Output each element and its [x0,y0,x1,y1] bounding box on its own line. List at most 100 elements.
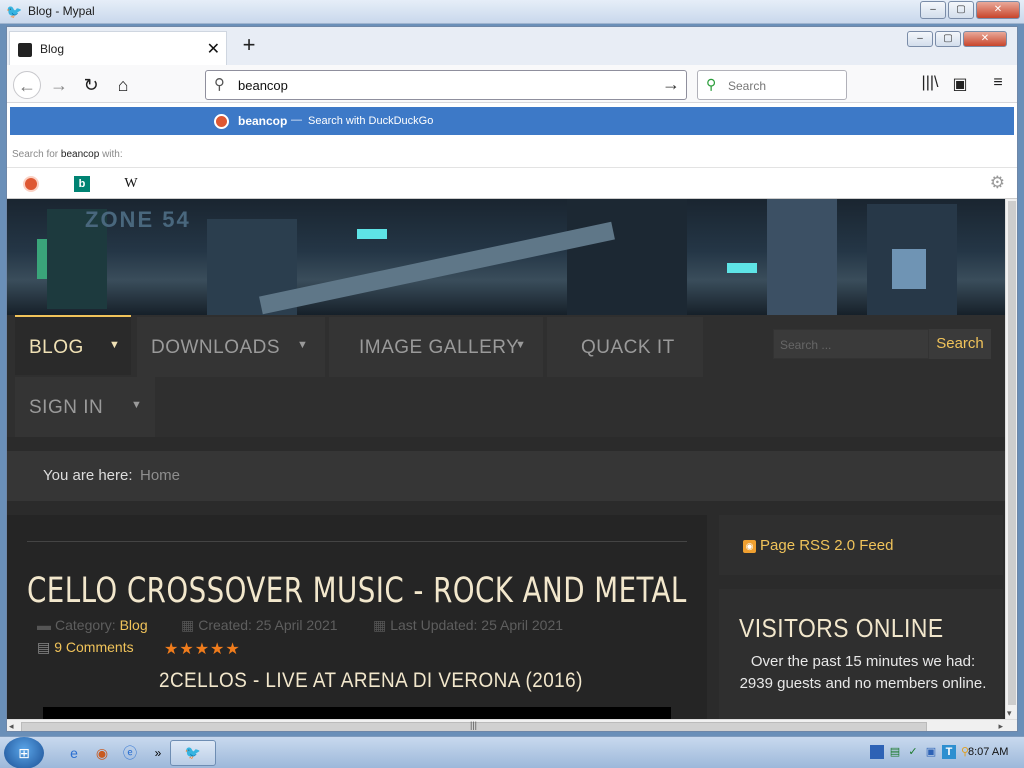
site-search-input[interactable]: Search ... [773,329,929,359]
comments-link[interactable]: 9 Comments [54,639,133,655]
new-tab-button[interactable]: + [237,33,261,57]
menu-label: BLOG [29,337,84,358]
breadcrumb: You are here: Home [7,451,1005,501]
article-updated: ▦ Last Updated: 25 April 2021 [373,617,563,634]
video-embed[interactable] [43,707,671,719]
tray-app-icon[interactable]: ▤ [888,745,902,759]
search-icon: ⚲ [214,76,225,93]
url-bar[interactable]: ⚲ beancop → [205,70,687,100]
vertical-scroll-thumb[interactable] [1008,201,1016,705]
url-input[interactable]: beancop [238,78,288,93]
category-link[interactable]: Blog [120,617,148,633]
duckduckgo-icon[interactable] [23,176,39,192]
mypal-app-icon: 🐦 [6,4,23,19]
tab-blog[interactable]: Blog ✕ [9,31,227,65]
site-logo[interactable]: ZONE 54 [85,207,191,233]
gear-icon[interactable]: ⚙ [990,173,1005,193]
search-bar[interactable]: ⚲ Search [697,70,847,100]
url-autocomplete-popup: beancop — Search with DuckDuckGo Search … [7,103,1017,199]
menu-label: DOWNLOADS [151,337,281,358]
scroll-left-arrow[interactable]: ◂ [9,721,14,731]
comment-icon: ▤ [37,639,51,655]
library-icon[interactable]: |||\ [919,74,941,92]
wikipedia-icon[interactable]: W [123,176,139,192]
article-main: CELLO CROSSOVER MUSIC - ROCK AND METAL ▬… [7,515,707,719]
minimize-button[interactable]: – [920,1,946,19]
tab-label: Blog [40,42,65,56]
close-button[interactable]: ✕ [976,1,1020,19]
chevron-icon[interactable]: » [148,743,168,763]
site-main-menu: BLOG ▼ DOWNLOADS ▼ IMAGE GALLERY ▼ QUACK… [7,315,1005,437]
video-title: 2CELLOS - LIVE AT ARENA DI VERONA (2016) [159,669,583,692]
rss-label: Page RSS 2.0 Feed [760,537,894,554]
calendar-icon: ▦ [181,617,195,633]
tab-close-icon[interactable]: ✕ [207,39,220,59]
rating-stars[interactable]: ★★★★★ [164,639,241,659]
home-button[interactable]: ⌂ [109,71,137,99]
horizontal-scrollbar[interactable]: ◂ ||| ▸ [7,719,1017,731]
breadcrumb-lead: You are here: [43,467,133,484]
search-for-suffix: with: [102,149,123,160]
duckduckgo-icon [214,114,229,129]
visitors-text: Over the past 15 minutes we had: 2939 gu… [739,653,987,692]
divider [27,541,687,542]
browser-window: Blog ✕ + – ▢ ✕ ← → ↻ ⌂ ⚲ beancop → ⚲ Sea… [6,26,1018,732]
inner-close-button[interactable]: ✕ [963,31,1007,47]
ie-icon[interactable]: ⓔ [120,743,140,763]
network-icon[interactable] [870,745,884,759]
caret-down-icon: ▼ [109,339,121,351]
mypal-icon: 🐦 [184,745,202,760]
menu-icon[interactable]: ≡ [987,74,1009,92]
visitors-module: VISITORS ONLINE Over the past 15 minutes… [719,589,1003,719]
site-banner: ZONE 54 [7,199,1005,315]
menu-item-downloads[interactable]: DOWNLOADS ▼ [137,317,325,377]
menu-item-sign-in[interactable]: SIGN IN ▼ [15,377,155,437]
forward-button[interactable]: → [45,71,73,99]
article-title[interactable]: CELLO CROSSOVER MUSIC - ROCK AND METAL [27,571,687,611]
search-for-label: Search for beancop with: [12,149,123,160]
start-button[interactable]: ⊞ [4,737,44,768]
scroll-grip: ||| [470,720,478,730]
go-arrow-icon[interactable]: → [662,74,680,95]
sidebar-icon[interactable]: ▣ [949,74,971,94]
billboard-face-image [892,249,926,289]
breadcrumb-home-link[interactable]: Home [140,467,180,484]
menu-item-quack-it[interactable]: QUACK IT [547,317,703,377]
search-engine-icon[interactable]: ⚲ [706,76,716,93]
search-bar-placeholder: Search [728,79,767,93]
window-title: Blog - Mypal [28,4,95,18]
vertical-scrollbar[interactable]: ▾ [1005,199,1017,719]
updated-date: Last Updated: 25 April 2021 [390,617,564,633]
search-for-prefix: Search for [12,149,59,160]
visitors-heading: VISITORS ONLINE [739,613,944,643]
rss-module: ◉ Page RSS 2.0 Feed [719,515,1003,575]
category-label: Category: [55,617,116,633]
maximize-button[interactable]: ▢ [948,1,974,19]
article-category: ▬ Category: Blog [37,617,148,633]
scroll-down-arrow[interactable]: ▾ [1007,708,1012,719]
tray-check-icon[interactable]: ✓ [906,745,920,759]
suggestion-action: Search with DuckDuckGo [308,115,434,127]
rss-link[interactable]: ◉ Page RSS 2.0 Feed [743,537,893,554]
article-comments[interactable]: ▤ 9 Comments [37,639,134,656]
site-search-button[interactable]: Search [929,329,991,359]
calendar-icon: ▦ [373,617,387,633]
tray-volume-icon[interactable]: ▣ [924,745,938,759]
firefox-icon[interactable]: ◉ [92,743,112,763]
bing-icon[interactable]: b [74,176,90,192]
back-button[interactable]: ← [13,71,41,99]
inner-restore-button[interactable]: ▢ [935,31,961,47]
taskbar-clock[interactable]: 8:07 AM [968,746,1008,758]
web-page: ZONE 54 BLOG ▼ DOWNLOADS ▼ IMAGE GALLERY… [7,199,1005,719]
menu-label: IMAGE GALLERY [359,337,520,358]
internet-explorer-icon[interactable]: e [64,743,84,763]
menu-item-blog[interactable]: BLOG ▼ [15,315,131,375]
menu-item-image-gallery[interactable]: IMAGE GALLERY ▼ [329,317,543,377]
search-suggestion-row[interactable]: beancop — Search with DuckDuckGo [10,107,1014,135]
scroll-right-arrow[interactable]: ▸ [998,721,1003,731]
reload-button[interactable]: ↻ [77,71,105,99]
language-icon[interactable]: T [942,745,956,759]
taskbar-mypal-button[interactable]: 🐦 [170,740,216,766]
inner-minimize-button[interactable]: – [907,31,933,47]
site-favicon-icon [18,43,32,57]
